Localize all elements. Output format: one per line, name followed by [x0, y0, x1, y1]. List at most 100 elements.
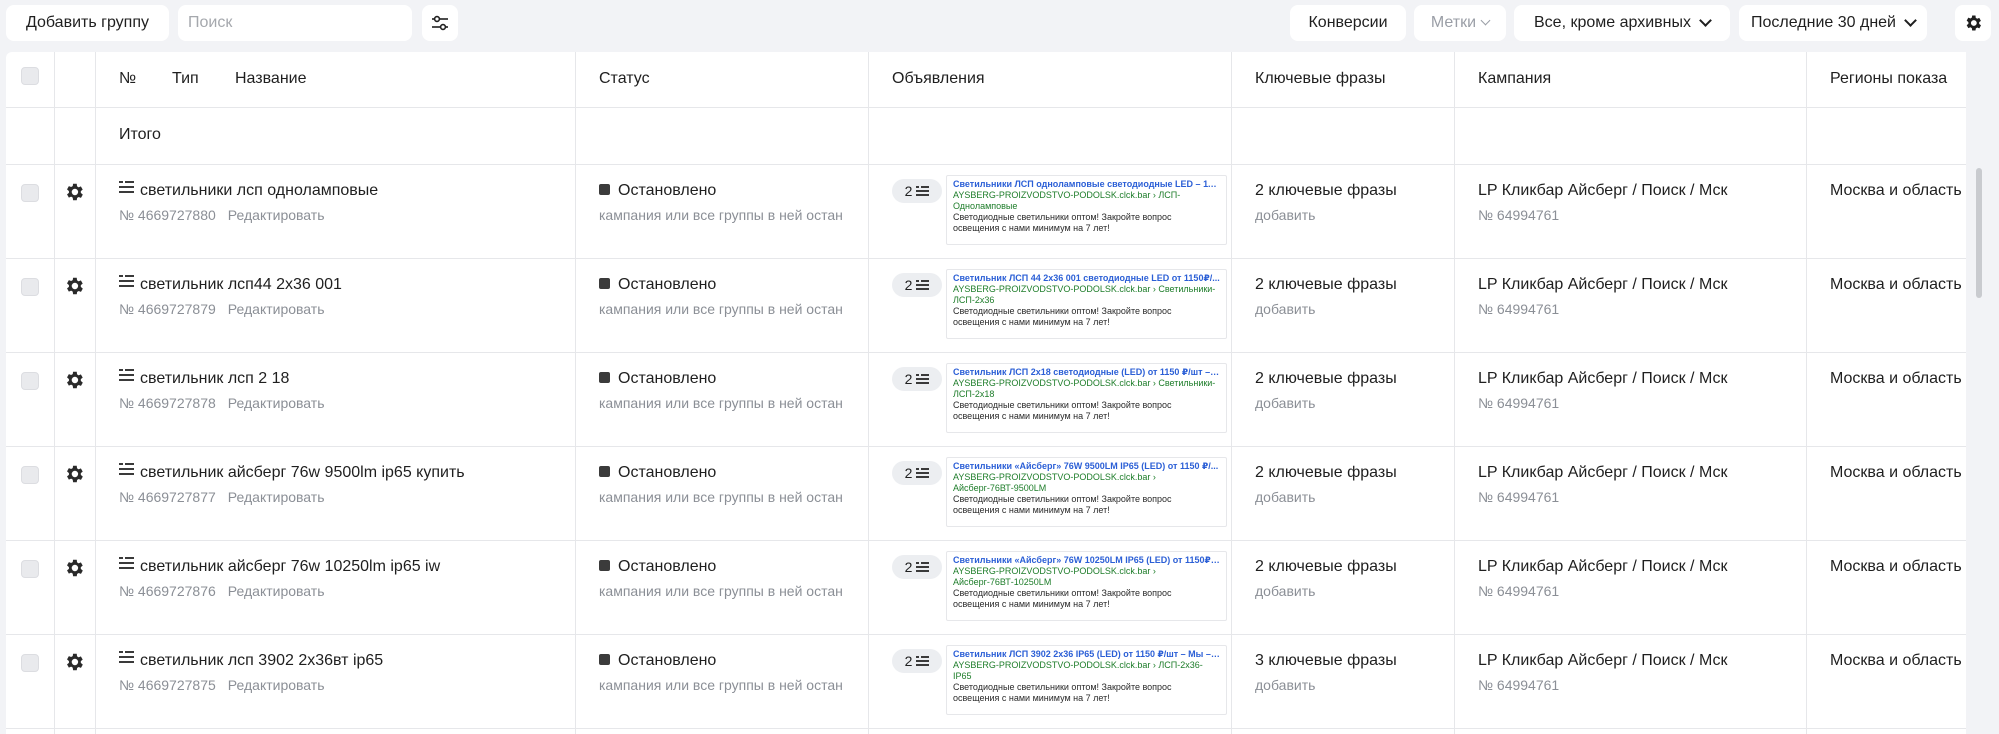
phrases-count-link[interactable]: 2 ключевые фразы — [1255, 276, 1397, 294]
phrases-count-link[interactable]: 3 ключевые фразы — [1255, 652, 1397, 670]
add-phrase-link[interactable]: добавить — [1255, 301, 1315, 317]
column-header-num[interactable]: № — [119, 70, 136, 88]
campaign-link[interactable]: LP Кликбар Айсберг / Поиск / Мск — [1478, 276, 1727, 294]
row-checkbox[interactable] — [21, 466, 39, 484]
select-all-checkbox[interactable] — [21, 67, 39, 85]
gear-icon[interactable] — [63, 369, 85, 391]
ad-text: Светодиодные светильники оптом! Закройте… — [953, 306, 1172, 327]
add-phrase-link[interactable]: добавить — [1255, 677, 1315, 693]
group-name-link[interactable]: светильник лсп 3902 2х36вт ip65 — [119, 651, 383, 670]
gear-icon[interactable] — [63, 557, 85, 579]
column-header-name[interactable]: Название — [235, 70, 307, 88]
add-phrase-link[interactable]: добавить — [1255, 583, 1315, 599]
period-label: Последние 30 дней — [1751, 14, 1896, 31]
text-group-type-icon — [119, 180, 134, 198]
text-group-type-icon — [119, 274, 134, 292]
add-phrase-link[interactable]: добавить — [1255, 395, 1315, 411]
ad-url: AYSBERG-PROIZVODSTVO-PODOLSK.clck.bar › … — [953, 284, 1216, 305]
phrases-count-link[interactable]: 2 ключевые фразы — [1255, 558, 1397, 576]
group-name-link[interactable]: светильник лсп 2 18 — [119, 369, 289, 388]
phrases-count-link[interactable]: 2 ключевые фразы — [1255, 464, 1397, 482]
stopped-status-icon — [599, 653, 610, 665]
ad-preview[interactable]: Светильник ЛСП 2х18 светодиодные (LED) о… — [946, 363, 1227, 433]
status-note: кампания или все группы в ней остан — [599, 395, 843, 411]
vertical-scrollbar[interactable] — [1976, 168, 1982, 298]
ad-preview[interactable]: Светильник ЛСП 3902 2х36 IP65 (LED) от 1… — [946, 645, 1227, 715]
campaign-link[interactable]: LP Кликбар Айсберг / Поиск / Мск — [1478, 558, 1727, 576]
column-header-type[interactable]: Тип — [172, 70, 199, 88]
row-checkbox[interactable] — [21, 654, 39, 672]
ad-text: Светодиодные светильники оптом! Закройте… — [953, 588, 1172, 609]
column-header-phrases[interactable]: Ключевые фразы — [1255, 70, 1386, 88]
group-name: светильник айсберг 76w 9500lm ip65 купит… — [140, 464, 465, 481]
stopped-status-icon — [599, 465, 610, 477]
settings-button[interactable] — [1955, 5, 1991, 41]
edit-link[interactable]: Редактировать — [228, 301, 325, 317]
campaign-link[interactable]: LP Кликбар Айсберг / Поиск / Мск — [1478, 652, 1727, 670]
archive-filter-dropdown[interactable]: Все, кроме архивных — [1514, 5, 1730, 41]
ads-list-icon — [916, 183, 930, 199]
ad-url: AYSBERG-PROIZVODSTVO-PODOLSK.clck.bar › … — [953, 660, 1203, 681]
edit-link[interactable]: Редактировать — [228, 395, 325, 411]
ads-count-badge[interactable]: 2 — [892, 179, 942, 203]
add-phrase-link[interactable]: добавить — [1255, 489, 1315, 505]
ads-count-badge[interactable]: 2 — [892, 649, 942, 673]
ads-list-icon — [916, 559, 930, 575]
conversions-button[interactable]: Конверсии — [1290, 5, 1406, 41]
ad-preview[interactable]: Светильники «Айсберг» 76W 10250LM IP65 (… — [946, 551, 1227, 621]
labels-dropdown-label: Метки — [1430, 14, 1477, 31]
status-text: Остановлено — [618, 464, 717, 481]
phrases-count-link[interactable]: 2 ключевые фразы — [1255, 182, 1397, 200]
group-name-link[interactable]: светильник айсберг 76w 9500lm ip65 купит… — [119, 463, 465, 482]
campaign-id: № 64994761 — [1478, 489, 1560, 505]
ad-title: Светильник ЛСП 2х18 светодиодные (LED) о… — [953, 367, 1220, 377]
ads-count-badge[interactable]: 2 — [892, 461, 942, 485]
regions-text: Москва и область — [1830, 558, 1962, 575]
ads-count: 2 — [904, 465, 913, 481]
group-name: светильник айсберг 76w 10250lm ip65 iw — [140, 558, 441, 575]
gear-icon[interactable] — [63, 275, 85, 297]
ad-preview[interactable]: Светильники «Айсберг» 76W 9500LM IP65 (L… — [946, 457, 1227, 527]
add-group-button[interactable]: Добавить группу — [6, 5, 169, 41]
ads-count-badge[interactable]: 2 — [892, 367, 942, 391]
group-name-link[interactable]: светильник айсберг 76w 10250lm ip65 iw — [119, 557, 441, 576]
add-phrase-link[interactable]: добавить — [1255, 207, 1315, 223]
ads-count-badge[interactable]: 2 — [892, 273, 942, 297]
gear-icon[interactable] — [63, 181, 85, 203]
group-name-link[interactable]: светильники лсп одноламповые — [119, 180, 378, 200]
ad-preview[interactable]: Светильники ЛСП одноламповые светодиодны… — [946, 175, 1227, 245]
edit-link[interactable]: Редактировать — [228, 583, 325, 599]
campaign-link[interactable]: LP Кликбар Айсберг / Поиск / Мск — [1478, 182, 1727, 200]
ads-count-badge[interactable]: 2 — [892, 555, 942, 579]
column-header-regions[interactable]: Регионы показа — [1830, 70, 1947, 88]
ad-preview[interactable]: Светильник ЛСП 44 2х36 001 светодиодные … — [946, 269, 1227, 339]
row-checkbox[interactable] — [21, 372, 39, 390]
group-meta: № 4669727879 Редактировать — [119, 301, 325, 317]
stopped-status-icon — [599, 277, 610, 289]
status-text: Остановлено — [618, 370, 717, 387]
row-checkbox[interactable] — [21, 278, 39, 296]
group-name-link[interactable]: светильник лсп44 2х36 001 — [119, 274, 342, 294]
column-header-status[interactable]: Статус — [599, 70, 650, 88]
stopped-status-icon — [599, 183, 610, 195]
group-id: № 4669727878 — [119, 395, 216, 411]
column-header-ads[interactable]: Объявления — [892, 70, 985, 88]
row-checkbox[interactable] — [21, 560, 39, 578]
row-checkbox[interactable] — [21, 184, 39, 202]
period-dropdown[interactable]: Последние 30 дней — [1739, 5, 1927, 41]
campaign-id: № 64994761 — [1478, 677, 1560, 693]
search-input[interactable]: Поиск — [178, 5, 412, 41]
edit-link[interactable]: Редактировать — [228, 207, 325, 223]
ad-url: AYSBERG-PROIZVODSTVO-PODOLSK.clck.bar › … — [953, 190, 1181, 211]
campaign-link[interactable]: LP Кликбар Айсберг / Поиск / Мск — [1478, 370, 1727, 388]
edit-link[interactable]: Редактировать — [228, 677, 325, 693]
gear-icon[interactable] — [63, 651, 85, 673]
column-header-campaign[interactable]: Кампания — [1478, 70, 1551, 88]
campaign-link[interactable]: LP Кликбар Айсберг / Поиск / Мск — [1478, 464, 1727, 482]
phrases-count-link[interactable]: 2 ключевые фразы — [1255, 370, 1397, 388]
labels-dropdown[interactable]: Метки — [1414, 5, 1506, 41]
edit-link[interactable]: Редактировать — [228, 489, 325, 505]
gear-icon[interactable] — [63, 463, 85, 485]
status-note: кампания или все группы в ней остан — [599, 677, 843, 693]
filter-settings-button[interactable] — [422, 5, 458, 41]
